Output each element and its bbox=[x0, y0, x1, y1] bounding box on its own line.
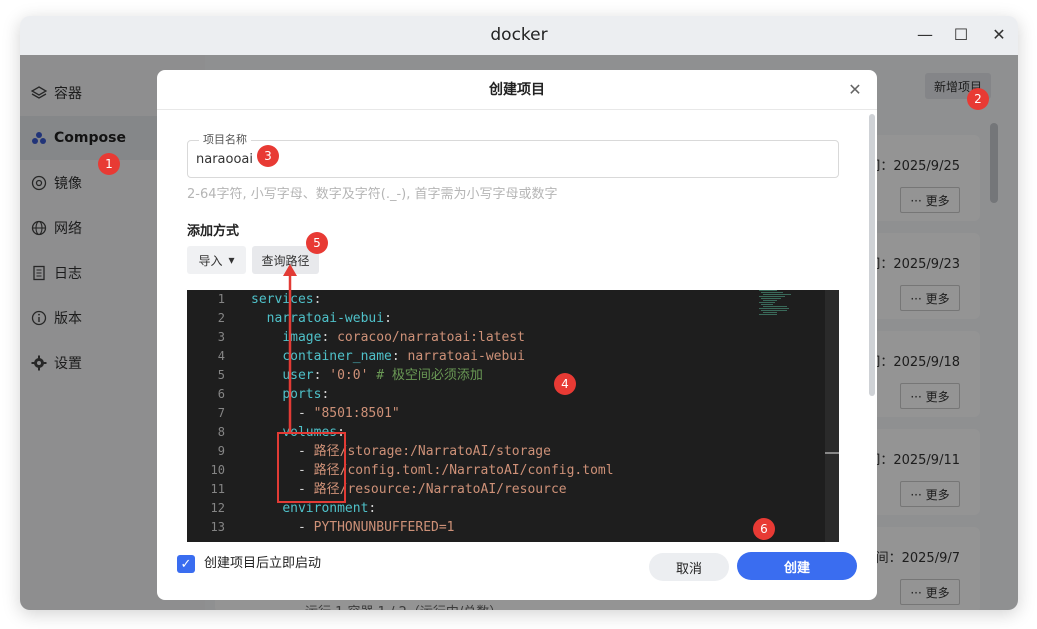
minimap-line bbox=[759, 296, 785, 297]
minimap-line bbox=[763, 294, 791, 295]
code-line: narratoai-webui: bbox=[266, 311, 392, 326]
editor-scroll-marker bbox=[825, 452, 839, 454]
cancel-button[interactable]: 取消 bbox=[649, 553, 729, 581]
line-number: 6 bbox=[217, 387, 225, 401]
dialog-header: 创建项目 ✕ bbox=[157, 70, 877, 110]
annotation-badge: 5 bbox=[306, 232, 328, 254]
code-line: - "8501:8501" bbox=[251, 406, 400, 421]
import-dropdown[interactable]: 导入 ▾ bbox=[187, 246, 246, 274]
project-name-label: 项目名称 bbox=[199, 133, 251, 146]
line-number: 9 bbox=[217, 444, 225, 458]
project-name-input[interactable] bbox=[196, 149, 796, 169]
line-number: 11 bbox=[210, 482, 225, 496]
dialog-scrollbar[interactable] bbox=[869, 114, 875, 396]
line-number: 13 bbox=[210, 520, 225, 534]
autostart-label: 创建项目后立即启动 bbox=[204, 556, 322, 571]
add-method-title: 添加方式 bbox=[187, 224, 240, 239]
minimap-line bbox=[761, 310, 787, 311]
minimap-line bbox=[761, 298, 781, 299]
minimap-line bbox=[759, 290, 777, 291]
minimap-line bbox=[763, 300, 777, 301]
line-number: 4 bbox=[217, 349, 225, 363]
import-label: 导入 bbox=[198, 253, 223, 268]
chevron-down-icon: ▾ bbox=[228, 253, 235, 267]
annotation-badge: 1 bbox=[98, 153, 120, 175]
highlight-box bbox=[277, 432, 346, 503]
line-number: 1 bbox=[217, 292, 225, 306]
editor-scrollbar[interactable] bbox=[825, 290, 839, 542]
project-name-field[interactable] bbox=[187, 140, 839, 178]
minimap-line bbox=[761, 292, 783, 293]
minimap-line bbox=[759, 308, 789, 309]
editor-minimap[interactable] bbox=[757, 290, 827, 542]
annotation-badge: 6 bbox=[753, 518, 775, 540]
annotation-badge: 2 bbox=[967, 88, 989, 110]
autostart-checkbox[interactable]: ✓ bbox=[177, 555, 195, 573]
minimap-line bbox=[759, 302, 775, 303]
minimap-line bbox=[759, 314, 777, 315]
close-icon[interactable]: ✕ bbox=[845, 80, 865, 100]
line-number: 5 bbox=[217, 368, 225, 382]
line-number: 2 bbox=[217, 311, 225, 325]
minimap-line bbox=[761, 304, 773, 305]
line-number: 8 bbox=[217, 425, 225, 439]
code-line: - PYTHONUNBUFFERED=1 bbox=[251, 520, 455, 535]
minimap-line bbox=[763, 306, 787, 307]
annotation-badge: 3 bbox=[257, 145, 279, 167]
dialog-title: 创建项目 bbox=[489, 82, 545, 98]
line-number: 12 bbox=[210, 501, 225, 515]
line-number: 10 bbox=[210, 463, 225, 477]
create-button[interactable]: 创建 bbox=[737, 552, 857, 580]
annotation-arrow bbox=[283, 264, 297, 432]
modal-overlay: 创建项目 ✕ 项目名称 2-64字符, 小写字母、数字及字符(._-), 首字需… bbox=[0, 0, 1037, 629]
name-hint: 2-64字符, 小写字母、数字及字符(._-), 首字需为小写字母或数字 bbox=[187, 187, 558, 202]
check-icon: ✓ bbox=[180, 556, 192, 572]
annotation-badge: 4 bbox=[554, 373, 576, 395]
line-number: 3 bbox=[217, 330, 225, 344]
minimap-line bbox=[763, 312, 777, 313]
line-number: 7 bbox=[217, 406, 225, 420]
